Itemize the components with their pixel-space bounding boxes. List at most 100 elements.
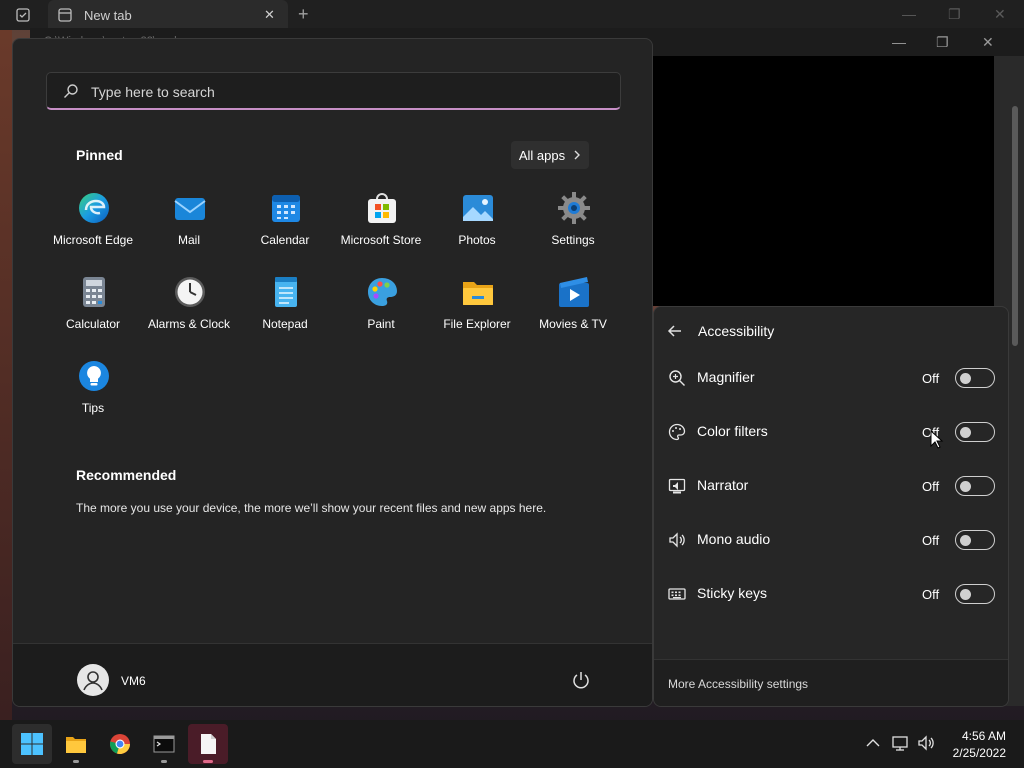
chevron-right-icon	[574, 150, 581, 160]
mouse-cursor-icon	[930, 430, 944, 449]
taskbar: 4:56 AM 2/25/2022	[0, 720, 1024, 768]
command-prompt-icon	[153, 735, 175, 753]
running-indicator	[73, 760, 79, 763]
running-indicator	[161, 760, 167, 763]
color-filters-toggle[interactable]	[955, 422, 995, 442]
quick-setting-narrator[interactable]: Narrator Off	[654, 466, 1008, 506]
narrator-icon	[668, 478, 686, 494]
pinned-app-paint[interactable]: Paint	[333, 275, 429, 351]
magnifier-toggle[interactable]	[955, 368, 995, 388]
taskbar-chrome[interactable]	[100, 724, 140, 764]
user-icon	[83, 671, 103, 691]
setting-state: Off	[922, 533, 940, 548]
pinned-app-file-explorer[interactable]: File Explorer	[429, 275, 525, 351]
mail-icon	[174, 198, 206, 220]
app-label: Settings	[551, 233, 595, 247]
setting-state: Off	[922, 479, 940, 494]
document-icon	[201, 734, 216, 754]
taskbar-terminal[interactable]	[144, 724, 184, 764]
browser-restore-button[interactable]: ❐	[948, 6, 961, 23]
console-content	[652, 56, 994, 306]
setting-label: Color filters	[697, 423, 768, 439]
taskbar-document-app[interactable]	[188, 724, 228, 764]
clock-time[interactable]: 4:56 AM	[962, 729, 1006, 743]
quick-setting-mono-audio[interactable]: Mono audio Off	[654, 520, 1008, 560]
quick-setting-sticky-keys[interactable]: Sticky keys Off	[654, 574, 1008, 614]
pinned-app-alarms-clock[interactable]: Alarms & Clock	[141, 275, 237, 351]
recommended-heading: Recommended	[76, 467, 177, 483]
pinned-app-notepad[interactable]: Notepad	[237, 275, 333, 351]
start-menu: Pinned All apps Microsoft Edge Mail Cale…	[12, 38, 653, 707]
console-minimize-button[interactable]: —	[892, 34, 906, 50]
browser-minimize-button[interactable]: —	[902, 6, 916, 22]
paint-palette-icon	[368, 278, 397, 306]
sticky-keys-icon	[668, 588, 686, 600]
quick-setting-magnifier[interactable]: Magnifier Off	[654, 358, 1008, 398]
toggle-knob	[960, 373, 971, 384]
magnifier-icon	[669, 370, 685, 386]
pinned-app-settings[interactable]: Settings	[525, 191, 621, 267]
pinned-app-mail[interactable]: Mail	[141, 191, 237, 267]
back-arrow-icon[interactable]	[666, 322, 684, 340]
more-accessibility-settings-link[interactable]: More Accessibility settings	[668, 677, 808, 691]
calculator-icon	[83, 277, 105, 307]
scrollbar-thumb[interactable]	[1012, 106, 1018, 346]
toggle-knob	[960, 427, 971, 438]
clock-date[interactable]: 2/25/2022	[953, 746, 1006, 760]
all-apps-button[interactable]: All apps	[511, 141, 589, 169]
search-box[interactable]	[46, 72, 621, 111]
mono-audio-toggle[interactable]	[955, 530, 995, 550]
folder-icon	[66, 737, 86, 753]
all-apps-label: All apps	[518, 147, 566, 163]
app-label: Movies & TV	[539, 317, 607, 331]
tab-actions-icon[interactable]	[16, 8, 30, 22]
toggle-knob	[960, 481, 971, 492]
taskbar-file-explorer[interactable]	[56, 724, 96, 764]
search-icon	[64, 84, 78, 98]
mono-audio-icon	[669, 532, 685, 548]
tab-title: New tab	[84, 8, 132, 23]
pinned-app-movies-tv[interactable]: Movies & TV	[525, 275, 621, 351]
pinned-app-photos[interactable]: Photos	[429, 191, 525, 267]
toggle-knob	[960, 535, 971, 546]
chevron-up-icon[interactable]	[866, 738, 880, 748]
start-button[interactable]	[12, 724, 52, 764]
volume-icon[interactable]	[918, 735, 936, 751]
chrome-icon	[109, 734, 130, 754]
pinned-app-store[interactable]: Microsoft Store	[333, 191, 429, 267]
pinned-app-calendar[interactable]: Calendar	[237, 191, 333, 267]
photos-icon	[463, 195, 493, 221]
app-label: Tips	[81, 401, 105, 415]
lightbulb-icon	[79, 361, 109, 391]
network-icon[interactable]	[892, 735, 910, 751]
toggle-knob	[960, 589, 971, 600]
quick-setting-color-filters[interactable]: Color filters Off	[654, 412, 1008, 452]
settings-gear-icon	[558, 192, 590, 224]
store-icon	[368, 193, 396, 223]
new-tab-button[interactable]: +	[298, 4, 309, 25]
recommended-placeholder-text: The more you use your device, the more w…	[76, 501, 547, 515]
pinned-app-edge[interactable]: Microsoft Edge	[45, 191, 141, 267]
sticky-keys-toggle[interactable]	[955, 584, 995, 604]
setting-label: Mono audio	[697, 531, 771, 547]
pinned-app-calculator[interactable]: Calculator	[45, 275, 141, 351]
search-input[interactable]	[89, 73, 593, 111]
console-restore-button[interactable]: ❐	[936, 34, 949, 51]
desktop-wallpaper	[0, 30, 12, 720]
setting-state: Off	[922, 371, 940, 386]
folder-icon	[463, 282, 493, 305]
pinned-heading: Pinned	[76, 147, 123, 163]
browser-close-button[interactable]: ✕	[994, 6, 1006, 23]
browser-titlebar: New tab ✕ + — ❐ ✕	[0, 0, 1024, 30]
tab-close-button[interactable]: ✕	[264, 7, 275, 23]
flyout-footer: More Accessibility settings	[654, 659, 1008, 706]
pinned-app-tips[interactable]: Tips	[45, 359, 141, 435]
console-close-button[interactable]: ✕	[982, 34, 994, 51]
movies-icon	[559, 277, 589, 307]
avatar[interactable]	[77, 664, 109, 696]
power-icon[interactable]	[571, 670, 591, 690]
narrator-toggle[interactable]	[955, 476, 995, 496]
setting-label: Magnifier	[697, 369, 755, 385]
browser-tab[interactable]: New tab ✕	[48, 0, 288, 30]
user-name[interactable]: VM6	[121, 674, 146, 688]
